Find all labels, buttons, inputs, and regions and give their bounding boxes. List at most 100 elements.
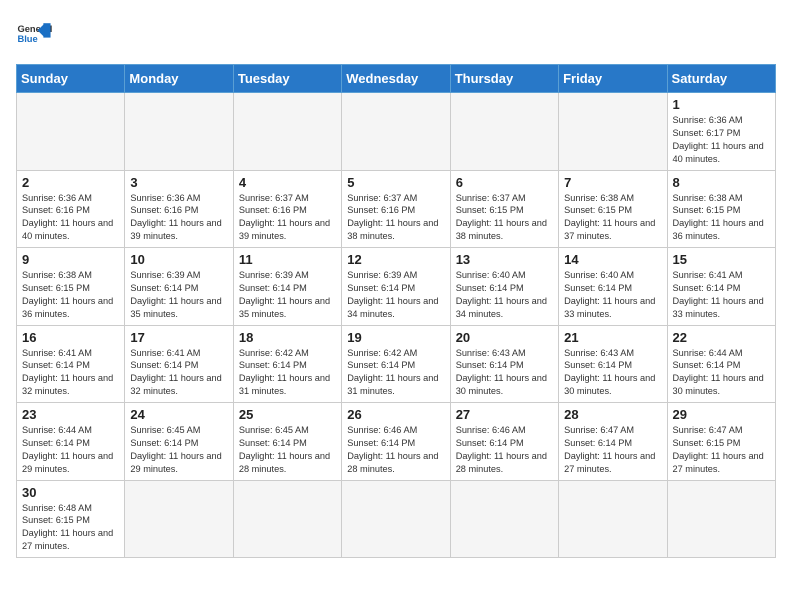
day-number: 18 (239, 330, 336, 345)
calendar-cell: 23 Sunrise: 6:44 AMSunset: 6:14 PMDayligh… (17, 403, 125, 481)
calendar-cell (559, 480, 667, 558)
day-number: 19 (347, 330, 444, 345)
calendar-cell: 1 Sunrise: 6:36 AMSunset: 6:17 PMDaylight… (667, 93, 775, 171)
calendar-cell: 20 Sunrise: 6:43 AMSunset: 6:14 PMDayligh… (450, 325, 558, 403)
calendar-cell: 19 Sunrise: 6:42 AMSunset: 6:14 PMDayligh… (342, 325, 450, 403)
cell-info: Sunrise: 6:40 AMSunset: 6:14 PMDaylight:… (564, 269, 661, 321)
day-number: 10 (130, 252, 227, 267)
calendar-cell: 18 Sunrise: 6:42 AMSunset: 6:14 PMDayligh… (233, 325, 341, 403)
cell-info: Sunrise: 6:48 AMSunset: 6:15 PMDaylight:… (22, 502, 119, 554)
weekday-header-sunday: Sunday (17, 65, 125, 93)
calendar-cell (667, 480, 775, 558)
calendar-cell: 12 Sunrise: 6:39 AMSunset: 6:14 PMDayligh… (342, 248, 450, 326)
day-number: 15 (673, 252, 770, 267)
logo-icon: General Blue (16, 16, 52, 52)
cell-info: Sunrise: 6:36 AMSunset: 6:16 PMDaylight:… (130, 192, 227, 244)
day-number: 30 (22, 485, 119, 500)
calendar-cell: 30 Sunrise: 6:48 AMSunset: 6:15 PMDayligh… (17, 480, 125, 558)
day-number: 23 (22, 407, 119, 422)
cell-info: Sunrise: 6:37 AMSunset: 6:16 PMDaylight:… (239, 192, 336, 244)
day-number: 17 (130, 330, 227, 345)
calendar-cell: 3 Sunrise: 6:36 AMSunset: 6:16 PMDaylight… (125, 170, 233, 248)
calendar-table: SundayMondayTuesdayWednesdayThursdayFrid… (16, 64, 776, 558)
calendar-cell: 22Sunrise: 6:44 AMSunset: 6:14 PMDayligh… (667, 325, 775, 403)
cell-info: Sunrise: 6:39 AMSunset: 6:14 PMDaylight:… (347, 269, 444, 321)
day-number: 13 (456, 252, 553, 267)
cell-info: Sunrise: 6:41 AMSunset: 6:14 PMDaylight:… (673, 269, 770, 321)
cell-info: Sunrise: 6:37 AMSunset: 6:15 PMDaylight:… (456, 192, 553, 244)
calendar-cell: 5 Sunrise: 6:37 AMSunset: 6:16 PMDaylight… (342, 170, 450, 248)
cell-info: Sunrise: 6:47 AMSunset: 6:15 PMDaylight:… (673, 424, 770, 476)
calendar-cell (342, 480, 450, 558)
calendar-cell: 4 Sunrise: 6:37 AMSunset: 6:16 PMDaylight… (233, 170, 341, 248)
calendar-cell (342, 93, 450, 171)
day-number: 12 (347, 252, 444, 267)
day-number: 7 (564, 175, 661, 190)
day-number: 20 (456, 330, 553, 345)
day-number: 27 (456, 407, 553, 422)
calendar-cell (450, 93, 558, 171)
weekday-header-saturday: Saturday (667, 65, 775, 93)
cell-info: Sunrise: 6:42 AMSunset: 6:14 PMDaylight:… (347, 347, 444, 399)
calendar-week-row: 30 Sunrise: 6:48 AMSunset: 6:15 PMDayligh… (17, 480, 776, 558)
cell-info: Sunrise: 6:44 AMSunset: 6:14 PMDaylight:… (22, 424, 119, 476)
calendar-cell: 7Sunrise: 6:38 AMSunset: 6:15 PMDaylight… (559, 170, 667, 248)
page-header: General Blue (16, 16, 776, 52)
calendar-cell (125, 93, 233, 171)
cell-info: Sunrise: 6:47 AMSunset: 6:14 PMDaylight:… (564, 424, 661, 476)
day-number: 3 (130, 175, 227, 190)
calendar-cell: 26 Sunrise: 6:46 AMSunset: 6:14 PMDayligh… (342, 403, 450, 481)
day-number: 2 (22, 175, 119, 190)
day-number: 26 (347, 407, 444, 422)
calendar-week-row: 1 Sunrise: 6:36 AMSunset: 6:17 PMDaylight… (17, 93, 776, 171)
logo: General Blue (16, 16, 52, 52)
cell-info: Sunrise: 6:38 AMSunset: 6:15 PMDaylight:… (22, 269, 119, 321)
day-number: 6 (456, 175, 553, 190)
cell-info: Sunrise: 6:43 AMSunset: 6:14 PMDaylight:… (564, 347, 661, 399)
cell-info: Sunrise: 6:46 AMSunset: 6:14 PMDaylight:… (347, 424, 444, 476)
calendar-cell: 29 Sunrise: 6:47 AMSunset: 6:15 PMDayligh… (667, 403, 775, 481)
cell-info: Sunrise: 6:37 AMSunset: 6:16 PMDaylight:… (347, 192, 444, 244)
weekday-header-tuesday: Tuesday (233, 65, 341, 93)
day-number: 11 (239, 252, 336, 267)
calendar-cell (233, 480, 341, 558)
cell-info: Sunrise: 6:45 AMSunset: 6:14 PMDaylight:… (239, 424, 336, 476)
cell-info: Sunrise: 6:40 AMSunset: 6:14 PMDaylight:… (456, 269, 553, 321)
day-number: 24 (130, 407, 227, 422)
cell-info: Sunrise: 6:43 AMSunset: 6:14 PMDaylight:… (456, 347, 553, 399)
svg-text:Blue: Blue (17, 34, 37, 44)
calendar-cell: 10 Sunrise: 6:39 AMSunset: 6:14 PMDayligh… (125, 248, 233, 326)
weekday-header-thursday: Thursday (450, 65, 558, 93)
calendar-cell: 24Sunrise: 6:45 AMSunset: 6:14 PMDayligh… (125, 403, 233, 481)
day-number: 21 (564, 330, 661, 345)
calendar-cell: 15 Sunrise: 6:41 AMSunset: 6:14 PMDayligh… (667, 248, 775, 326)
calendar-cell (559, 93, 667, 171)
day-number: 9 (22, 252, 119, 267)
weekday-header-row: SundayMondayTuesdayWednesdayThursdayFrid… (17, 65, 776, 93)
cell-info: Sunrise: 6:41 AMSunset: 6:14 PMDaylight:… (130, 347, 227, 399)
cell-info: Sunrise: 6:41 AMSunset: 6:14 PMDaylight:… (22, 347, 119, 399)
calendar-cell (233, 93, 341, 171)
calendar-cell: 8Sunrise: 6:38 AMSunset: 6:15 PMDaylight… (667, 170, 775, 248)
calendar-week-row: 9 Sunrise: 6:38 AMSunset: 6:15 PMDaylight… (17, 248, 776, 326)
calendar-cell (125, 480, 233, 558)
day-number: 5 (347, 175, 444, 190)
calendar-cell: 11Sunrise: 6:39 AMSunset: 6:14 PMDayligh… (233, 248, 341, 326)
cell-info: Sunrise: 6:36 AMSunset: 6:17 PMDaylight:… (673, 114, 770, 166)
calendar-cell: 6 Sunrise: 6:37 AMSunset: 6:15 PMDaylight… (450, 170, 558, 248)
day-number: 1 (673, 97, 770, 112)
calendar-cell (450, 480, 558, 558)
day-number: 28 (564, 407, 661, 422)
cell-info: Sunrise: 6:39 AMSunset: 6:14 PMDaylight:… (130, 269, 227, 321)
day-number: 25 (239, 407, 336, 422)
calendar-cell: 17 Sunrise: 6:41 AMSunset: 6:14 PMDayligh… (125, 325, 233, 403)
calendar-week-row: 2 Sunrise: 6:36 AMSunset: 6:16 PMDaylight… (17, 170, 776, 248)
cell-info: Sunrise: 6:36 AMSunset: 6:16 PMDaylight:… (22, 192, 119, 244)
calendar-cell: 25 Sunrise: 6:45 AMSunset: 6:14 PMDayligh… (233, 403, 341, 481)
calendar-week-row: 16Sunrise: 6:41 AMSunset: 6:14 PMDayligh… (17, 325, 776, 403)
cell-info: Sunrise: 6:42 AMSunset: 6:14 PMDaylight:… (239, 347, 336, 399)
day-number: 4 (239, 175, 336, 190)
calendar-week-row: 23 Sunrise: 6:44 AMSunset: 6:14 PMDayligh… (17, 403, 776, 481)
day-number: 29 (673, 407, 770, 422)
calendar-cell: 16Sunrise: 6:41 AMSunset: 6:14 PMDayligh… (17, 325, 125, 403)
